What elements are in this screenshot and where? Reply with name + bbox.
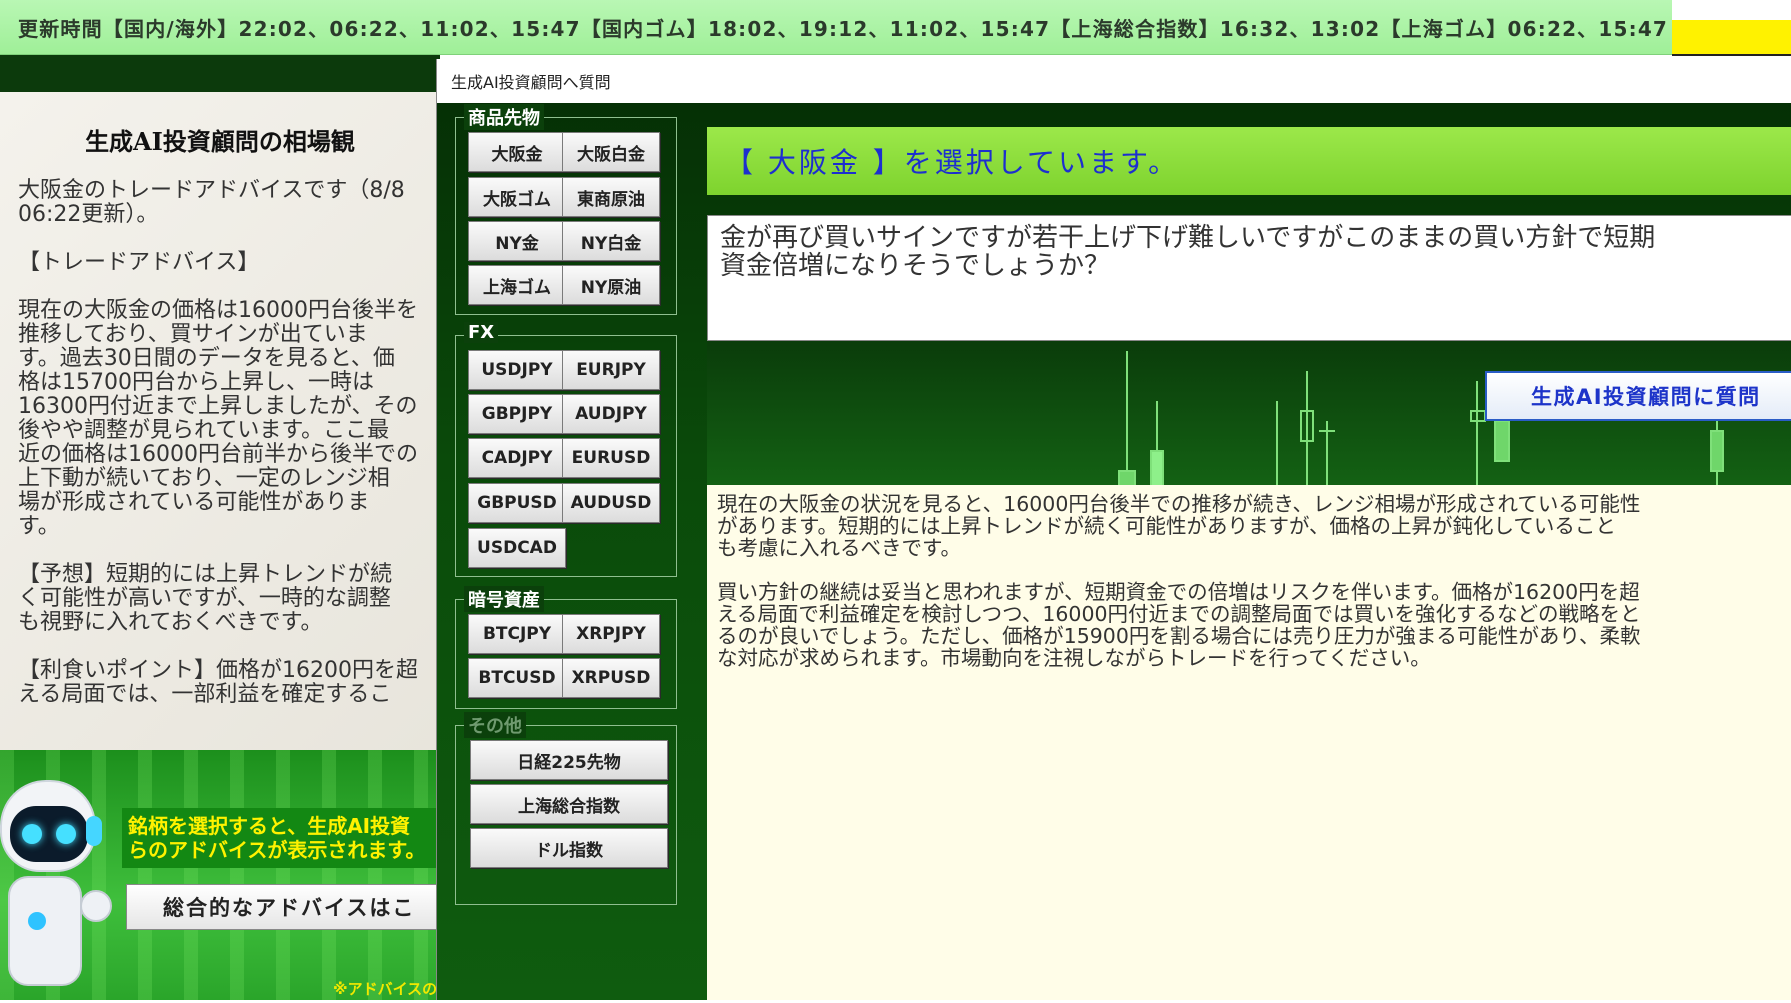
btn-xrpusd[interactable]: XRPUSD — [562, 658, 660, 698]
btn-xrpjpy[interactable]: XRPJPY — [562, 614, 660, 654]
btn-shanghai-rubber[interactable]: 上海ゴム — [468, 265, 566, 305]
group-crypto: 暗号資産 BTCJPY XRPJPY BTCUSD XRPUSD — [455, 586, 677, 709]
robot-mascot-icon — [0, 780, 112, 1000]
btn-usdcad[interactable]: USDCAD — [468, 528, 566, 568]
btn-osaka-gold[interactable]: 大阪金 — [468, 132, 566, 172]
dialog-title: 生成AI投資顧問へ質問 — [451, 73, 611, 92]
instrument-groups: 商品先物 大阪金 大阪白金 大阪ゴム 東商原油 NY金 NY白金 上海ゴム NY… — [455, 104, 680, 1003]
btn-ny-crude[interactable]: NY原油 — [562, 265, 660, 305]
group-label-fx: FX — [464, 322, 499, 343]
btn-ny-gold[interactable]: NY金 — [468, 221, 566, 261]
group-label-others: その他 — [464, 712, 526, 738]
btn-audusd[interactable]: AUDUSD — [562, 483, 660, 523]
update-time-ticker: 更新時間【国内/海外】22:02、06:22、11:02、15:47【国内ゴム】… — [0, 0, 1672, 55]
btn-eurusd[interactable]: EURUSD — [562, 438, 660, 478]
group-label-crypto: 暗号資産 — [464, 586, 544, 612]
btn-ny-platinum[interactable]: NY白金 — [562, 221, 660, 261]
btn-tocom-crude[interactable]: 東商原油 — [562, 177, 660, 217]
btn-shanghai-composite[interactable]: 上海総合指数 — [470, 784, 668, 824]
btn-gbpusd[interactable]: GBPUSD — [468, 483, 566, 523]
market-view-title: 生成AI投資顧問の相場観 — [85, 127, 355, 156]
selected-instrument-banner: 【 大阪金 】を選択しています。 — [707, 127, 1791, 195]
dialog-titlebar[interactable]: 生成AI投資顧問へ質問 — [437, 59, 1791, 103]
btn-audjpy[interactable]: AUDJPY — [562, 394, 660, 434]
btn-nikkei225-futures[interactable]: 日経225先物 — [470, 740, 668, 780]
question-input[interactable]: 金が再び買いサインですが若干上げ下げ難しいですがこのままの買い方針で短期 資金倍… — [707, 215, 1791, 341]
btn-osaka-platinum[interactable]: 大阪白金 — [562, 132, 660, 172]
btn-osaka-rubber[interactable]: 大阪ゴム — [468, 177, 566, 217]
btn-btcusd[interactable]: BTCUSD — [468, 658, 566, 698]
btn-dollar-index[interactable]: ドル指数 — [470, 828, 668, 868]
select-instruction-message: 銘柄を選択すると、生成AI投資 らのアドバイスが表示されます。 — [122, 808, 440, 868]
btn-gbpjpy[interactable]: GBPJPY — [468, 394, 566, 434]
advisor-promo-area: 銘柄を選択すると、生成AI投資 らのアドバイスが表示されます。 総合的なアドバイ… — [0, 750, 440, 1000]
ask-advisor-dialog: 生成AI投資顧問へ質問 商品先物 大阪金 大阪白金 大阪ゴム 東商原油 NY金 … — [436, 59, 1791, 1000]
group-label-commodity: 商品先物 — [464, 104, 544, 130]
summary-advice-button[interactable]: 総合的なアドバイスはこ — [126, 884, 440, 930]
background-window-yellow — [1672, 20, 1791, 56]
btn-usdjpy[interactable]: USDJPY — [468, 350, 566, 390]
group-fx: FX USDJPY EURJPY GBPJPY AUDJPY CADJPY EU… — [455, 322, 677, 577]
btn-cadjpy[interactable]: CADJPY — [468, 438, 566, 478]
advice-note: ※アドバイスの — [333, 980, 438, 998]
group-others: その他 日経225先物 上海総合指数 ドル指数 — [455, 712, 677, 905]
group-commodity-futures: 商品先物 大阪金 大阪白金 大阪ゴム 東商原油 NY金 NY白金 上海ゴム NY… — [455, 104, 677, 315]
background-window-strip — [1672, 0, 1791, 20]
advisor-answer-text: 現在の大阪金の状況を見ると、16000円台後半での推移が続き、レンジ相場が形成さ… — [707, 485, 1791, 1000]
dialog-body: 商品先物 大阪金 大阪白金 大阪ゴム 東商原油 NY金 NY白金 上海ゴム NY… — [437, 103, 1791, 1000]
market-view-text: 大阪金のトレードアドバイスです（8/8 06:22更新）。 【トレードアドバイス… — [18, 178, 418, 707]
ask-advisor-button[interactable]: 生成AI投資顧問に質問 — [1485, 371, 1791, 421]
market-view-panel: 生成AI投資顧問の相場観 大阪金のトレードアドバイスです（8/8 06:22更新… — [0, 92, 440, 750]
background-dark-band — [0, 55, 440, 92]
btn-eurjpy[interactable]: EURJPY — [562, 350, 660, 390]
ticker-text: 更新時間【国内/海外】22:02、06:22、11:02、15:47【国内ゴム】… — [18, 16, 1669, 41]
btn-btcjpy[interactable]: BTCJPY — [468, 614, 566, 654]
